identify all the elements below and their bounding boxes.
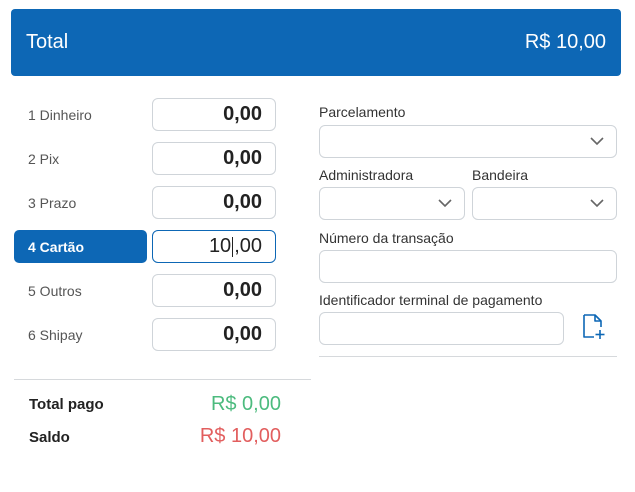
brand-select[interactable] bbox=[472, 187, 617, 220]
method-label-shipay[interactable]: 6 Shipay bbox=[14, 318, 147, 351]
text-caret bbox=[232, 236, 234, 257]
terminal-label: Identificador terminal de pagamento bbox=[319, 292, 543, 308]
card-section-divider bbox=[319, 356, 617, 357]
payment-method-dinheiro: 1 Dinheiro 0,00 bbox=[14, 98, 276, 131]
chevron-down-icon bbox=[590, 199, 604, 208]
amount-input-dinheiro[interactable]: 0,00 bbox=[152, 98, 276, 131]
amount-text-decimal: ,00 bbox=[234, 235, 262, 257]
amount-input-shipay[interactable]: 0,00 bbox=[152, 318, 276, 351]
administrator-select[interactable] bbox=[319, 187, 465, 220]
total-title: Total bbox=[26, 31, 69, 53]
brand-label: Bandeira bbox=[472, 167, 529, 183]
total-paid-label: Total pago bbox=[29, 396, 104, 413]
total-amount: R$ 10,00 bbox=[524, 31, 606, 53]
amount-text-integer: 10 bbox=[208, 235, 232, 257]
payment-method-outros: 5 Outros 0,00 bbox=[14, 274, 276, 307]
amount-input-prazo[interactable]: 0,00 bbox=[152, 186, 276, 219]
installments-label: Parcelamento bbox=[319, 104, 406, 120]
amount-input-cartao[interactable]: 10,00 bbox=[152, 230, 276, 263]
payment-method-cartao: 4 Cartão 10,00 bbox=[14, 230, 276, 263]
method-label-prazo[interactable]: 3 Prazo bbox=[14, 186, 147, 219]
method-label-outros[interactable]: 5 Outros bbox=[14, 274, 147, 307]
method-label-cartao[interactable]: 4 Cartão bbox=[14, 230, 147, 263]
terminal-input[interactable] bbox=[319, 312, 564, 345]
amount-input-outros[interactable]: 0,00 bbox=[152, 274, 276, 307]
summary-divider bbox=[14, 379, 311, 380]
balance-value: R$ 10,00 bbox=[199, 425, 281, 447]
total-paid-value: R$ 0,00 bbox=[210, 393, 281, 415]
payment-method-pix: 2 Pix 0,00 bbox=[14, 142, 276, 175]
chevron-down-icon bbox=[438, 199, 452, 208]
balance-label: Saldo bbox=[29, 429, 70, 446]
method-label-dinheiro[interactable]: 1 Dinheiro bbox=[14, 98, 147, 131]
chevron-down-icon bbox=[590, 137, 604, 146]
payment-method-shipay: 6 Shipay 0,00 bbox=[14, 318, 276, 351]
installments-select[interactable] bbox=[319, 125, 617, 158]
transaction-input[interactable] bbox=[319, 250, 617, 283]
administrator-label: Administradora bbox=[319, 167, 414, 183]
amount-input-pix[interactable]: 0,00 bbox=[152, 142, 276, 175]
file-add-icon[interactable] bbox=[580, 313, 606, 341]
transaction-label: Número da transação bbox=[319, 230, 454, 246]
payment-method-prazo: 3 Prazo 0,00 bbox=[14, 186, 276, 219]
total-header: Total R$ 10,00 bbox=[11, 9, 621, 76]
method-label-pix[interactable]: 2 Pix bbox=[14, 142, 147, 175]
